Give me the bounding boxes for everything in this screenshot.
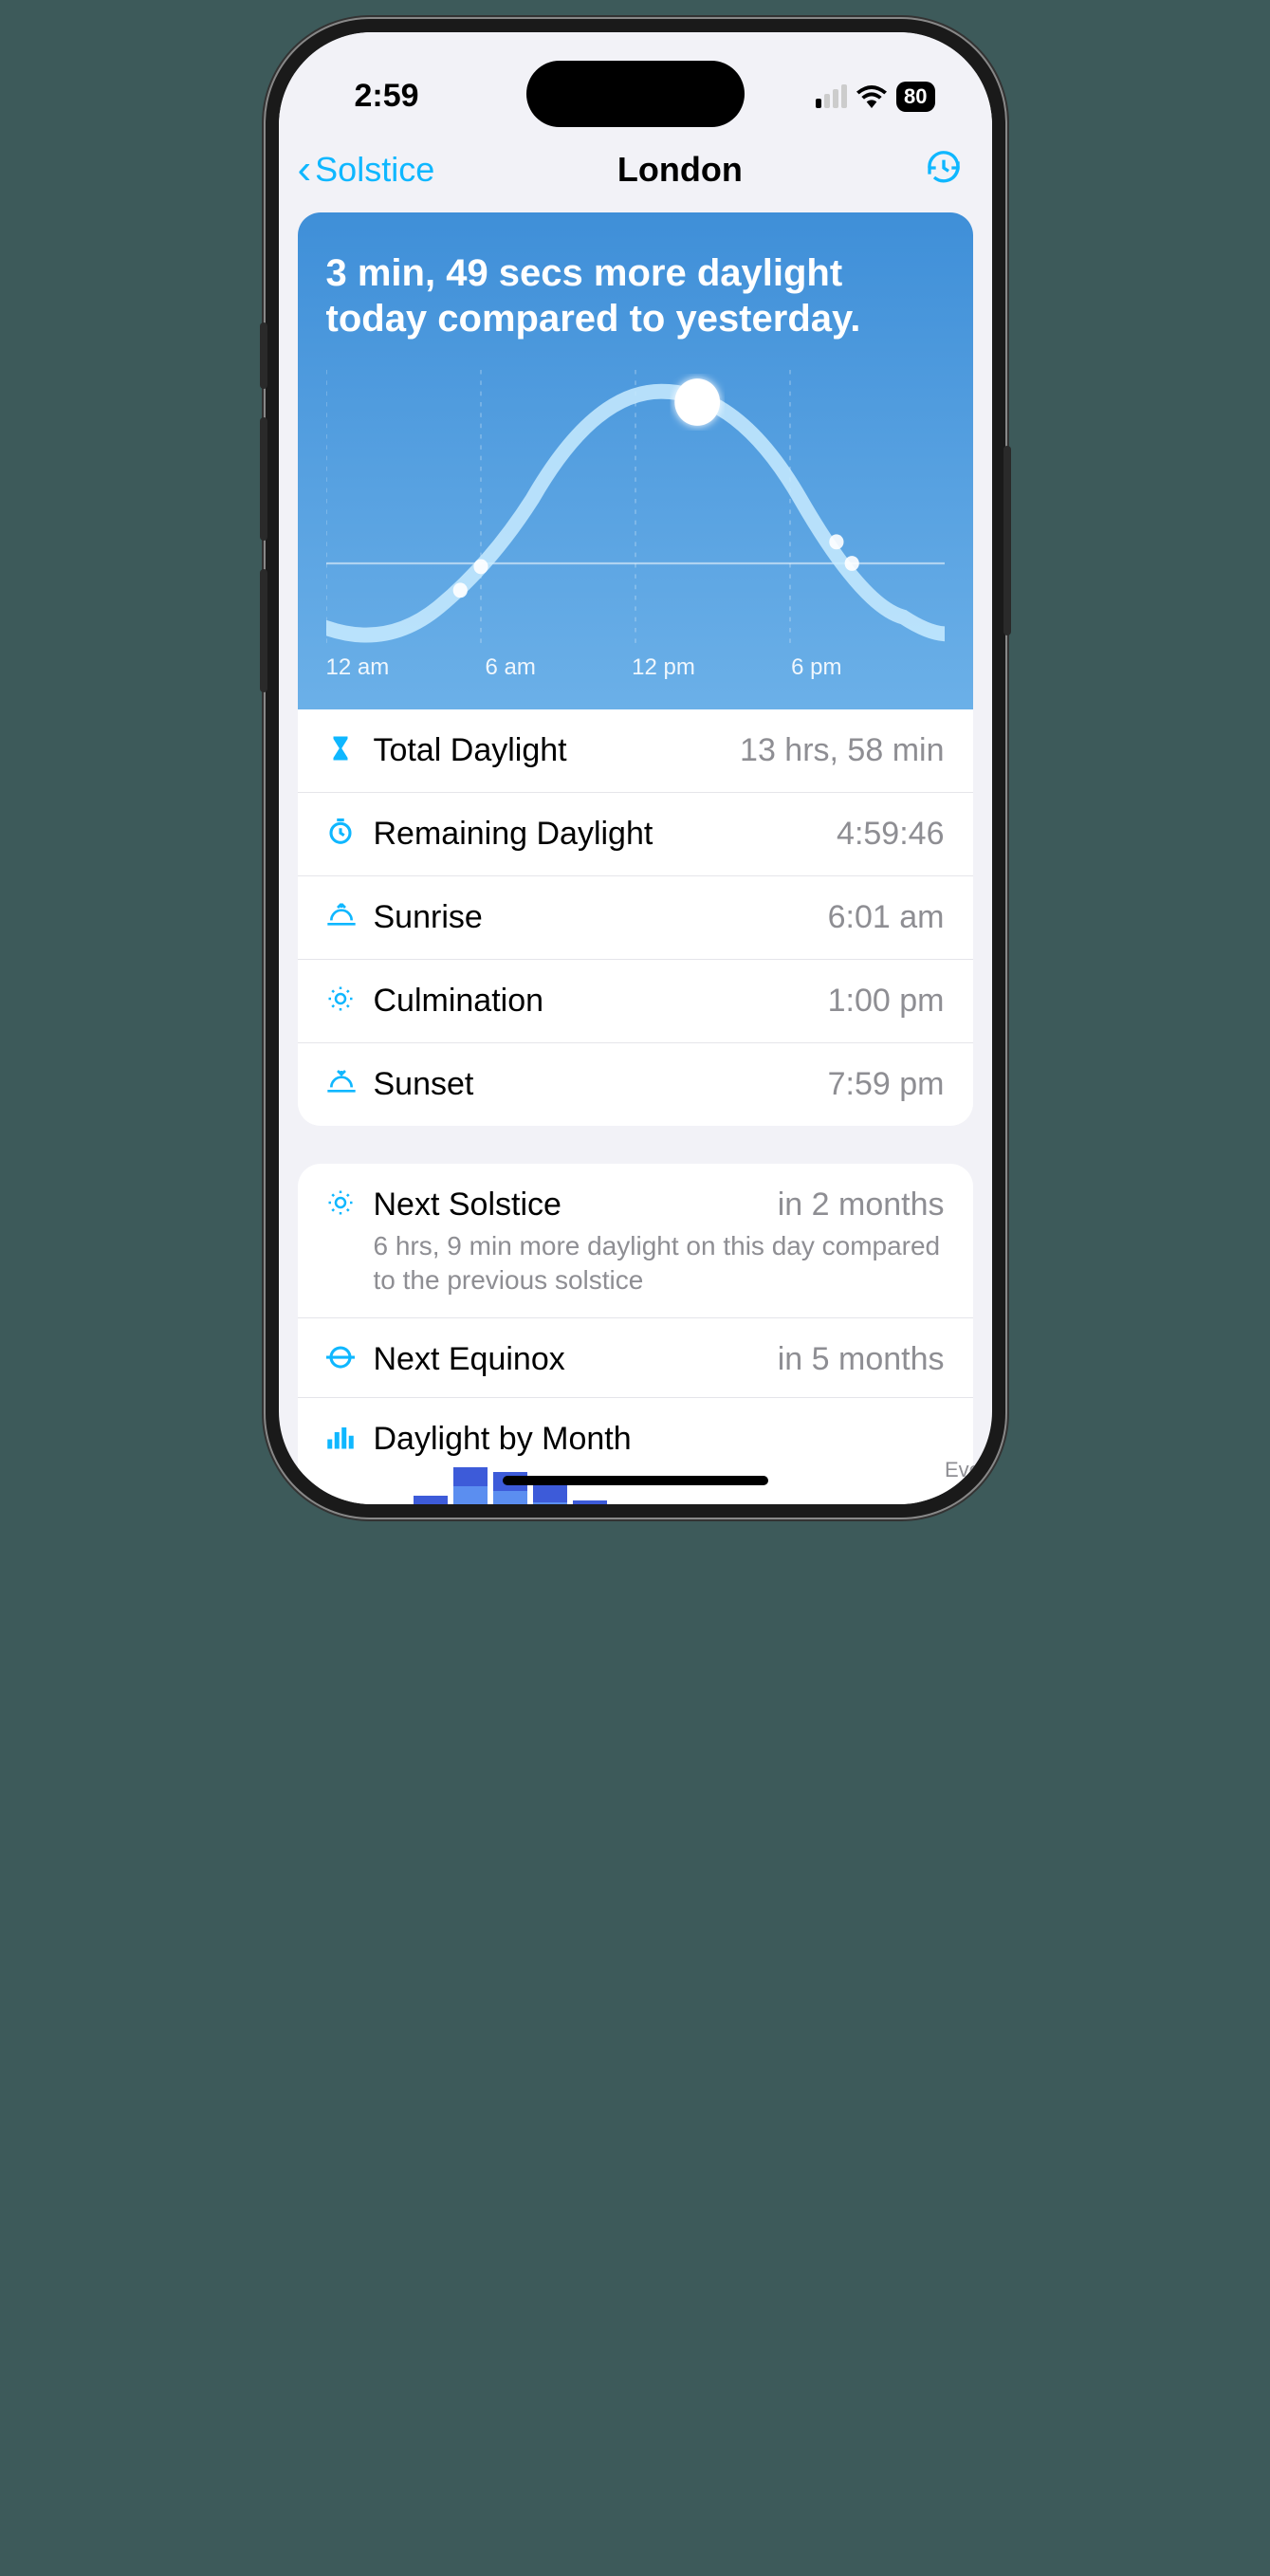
back-button[interactable]: ‹ Solstice — [298, 146, 435, 193]
mute-switch — [260, 322, 267, 389]
stat-value: 4:59:46 — [837, 816, 944, 853]
event-value: in 5 months — [778, 1341, 945, 1378]
sun-icon — [326, 1188, 374, 1222]
stat-total-daylight[interactable]: Total Daylight 13 hrs, 58 min — [298, 709, 973, 793]
event-next-solstice[interactable]: Next Solstice in 2 months 6 hrs, 9 min m… — [298, 1164, 973, 1318]
nav-bar: ‹ Solstice London — [279, 137, 992, 212]
hero-card: 3 min, 49 secs more daylight today compa… — [298, 212, 973, 709]
stat-remaining-daylight[interactable]: Remaining Daylight 4:59:46 — [298, 793, 973, 876]
event-title: Next Solstice — [374, 1187, 778, 1224]
stat-label: Culmination — [374, 983, 828, 1020]
chevron-left-icon: ‹ — [298, 146, 312, 193]
phone-frame: 2:59 80 ‹ Solstice L — [266, 19, 1005, 1518]
wifi-icon — [856, 85, 887, 108]
sun-icon — [326, 984, 374, 1018]
month-chart-label: Evening — [945, 1458, 992, 1482]
chart-x-labels: 12 am 6 am 12 pm 6 pm . — [326, 654, 945, 690]
timer-icon — [326, 818, 374, 851]
events-card: Next Solstice in 2 months 6 hrs, 9 min m… — [298, 1164, 973, 1504]
stat-label: Sunrise — [374, 899, 828, 936]
stat-value: 7:59 pm — [828, 1066, 945, 1103]
sunset-icon — [326, 1068, 374, 1101]
status-time: 2:59 — [355, 78, 419, 115]
tick-12pm: 12 pm — [632, 654, 695, 681]
stat-sunrise[interactable]: Sunrise 6:01 am — [298, 876, 973, 960]
bar-chart-icon — [326, 1425, 374, 1454]
stat-culmination[interactable]: Culmination 1:00 pm — [298, 960, 973, 1043]
tick-6pm: 6 pm — [791, 654, 841, 681]
event-value: in 2 months — [778, 1187, 945, 1224]
sun-marker — [674, 378, 720, 426]
stat-value: 13 hrs, 58 min — [740, 732, 944, 769]
battery-indicator: 80 — [896, 82, 934, 112]
status-icons: 80 — [816, 82, 934, 112]
volume-up-button — [260, 417, 267, 541]
volume-down-button — [260, 569, 267, 692]
stat-label: Total Daylight — [374, 732, 741, 769]
event-title: Next Equinox — [374, 1341, 778, 1378]
battery-level: 80 — [904, 84, 927, 109]
hero-headline: 3 min, 49 secs more daylight today compa… — [326, 250, 945, 341]
event-next-equinox[interactable]: Next Equinox in 5 months — [298, 1318, 973, 1398]
stat-value: 6:01 am — [828, 899, 945, 936]
stat-value: 1:00 pm — [828, 983, 945, 1020]
month-chart: Evening — [374, 1467, 945, 1504]
page-title: London — [617, 150, 743, 190]
content-scroll[interactable]: 3 min, 49 secs more daylight today compa… — [279, 212, 992, 1504]
stat-label: Sunset — [374, 1066, 828, 1103]
sun-path-chart[interactable] — [326, 370, 945, 692]
back-label: Solstice — [315, 150, 434, 190]
screen: 2:59 80 ‹ Solstice L — [279, 32, 992, 1504]
tick-6am: 6 am — [486, 654, 536, 681]
hourglass-icon — [326, 734, 374, 767]
equinox-icon — [326, 1343, 374, 1376]
power-button — [1003, 446, 1011, 635]
cellular-signal-icon — [816, 84, 847, 108]
event-title: Daylight by Month — [374, 1421, 945, 1458]
stat-sunset[interactable]: Sunset 7:59 pm — [298, 1043, 973, 1126]
event-daylight-by-month[interactable]: Daylight by Month Evening — [298, 1398, 973, 1504]
time-travel-button[interactable] — [925, 149, 963, 192]
home-indicator[interactable] — [503, 1476, 768, 1485]
stat-label: Remaining Daylight — [374, 816, 837, 853]
event-subtitle: 6 hrs, 9 min more daylight on this day c… — [374, 1229, 945, 1298]
tick-12am: 12 am — [326, 654, 390, 681]
stats-card: Total Daylight 13 hrs, 58 min Remaining … — [298, 709, 973, 1126]
sunrise-icon — [326, 901, 374, 934]
dynamic-island — [526, 61, 745, 127]
